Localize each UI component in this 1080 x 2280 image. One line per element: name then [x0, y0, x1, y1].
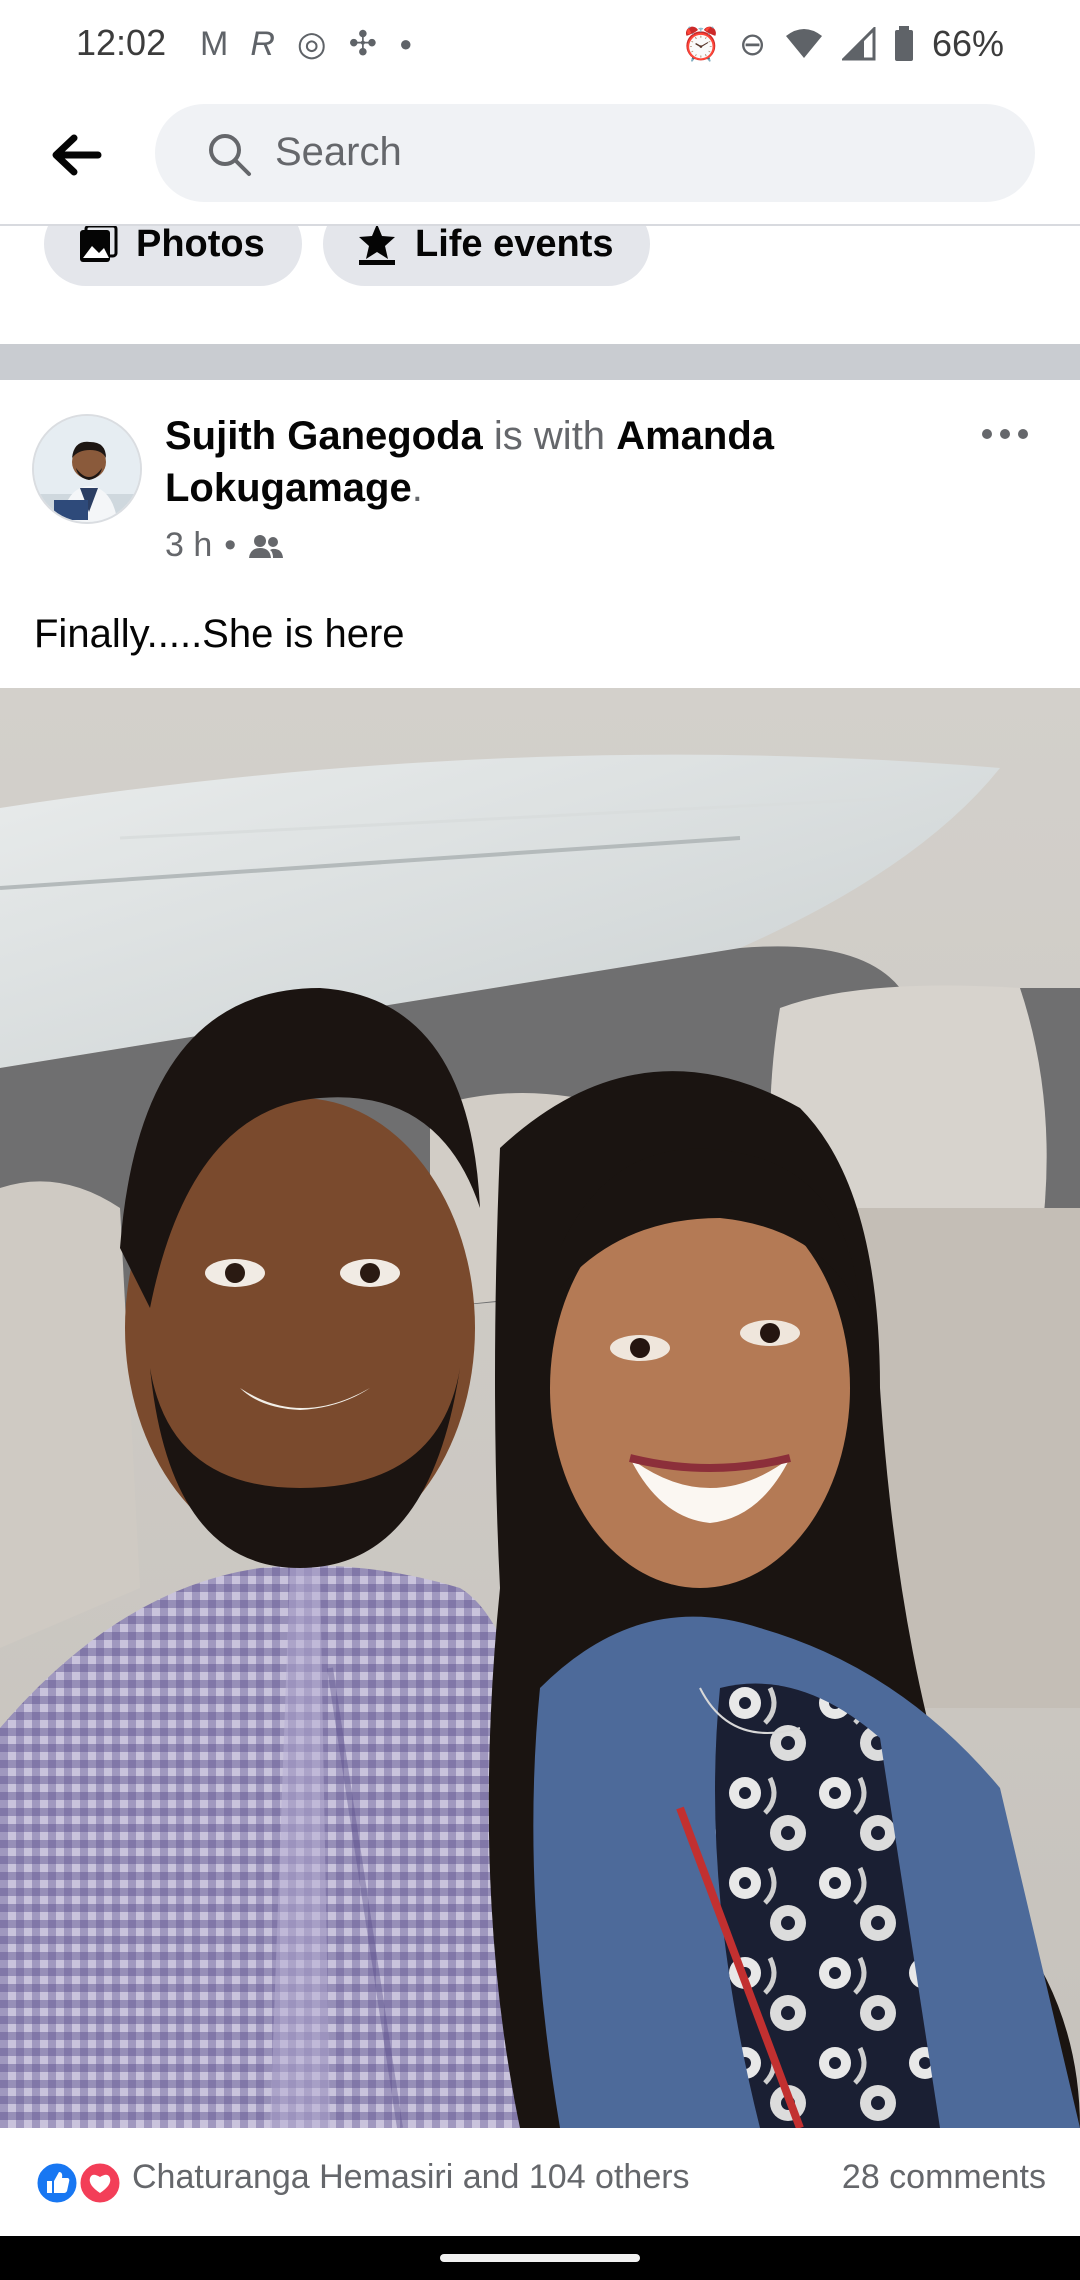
status-time: 12:02: [76, 22, 167, 63]
system-icons: ⏰ ⊖ 66%: [681, 22, 1004, 66]
gesture-handle[interactable]: [440, 2254, 640, 2262]
r-icon: R: [250, 25, 275, 63]
photos-chip-label: Photos: [136, 226, 265, 265]
notification-icons: M R ◎ ✣ ●: [200, 22, 412, 66]
post-author-line: Sujith Ganegoda is with Amanda Lokugamag…: [165, 410, 965, 514]
dot-icon: ●: [399, 31, 413, 56]
life-events-chip[interactable]: Life events: [323, 226, 650, 286]
author-line-period: .: [411, 466, 423, 510]
battery-percentage: 66%: [931, 23, 1004, 64]
chrome-icon: ◎: [296, 25, 327, 63]
search-input[interactable]: Search: [155, 104, 1035, 202]
reactions-summary[interactable]: Chaturanga Hemasiri and 104 others: [132, 2158, 690, 2197]
search-icon: [209, 134, 251, 176]
apps-icon: ✣: [348, 25, 378, 63]
life-events-chip-label: Life events: [415, 226, 614, 265]
with-text: is with: [493, 414, 606, 458]
meta-separator: •: [224, 526, 237, 564]
post-time[interactable]: 3 h: [165, 526, 212, 565]
avatar-image: [34, 416, 140, 522]
post-reactions-bar: Chaturanga Hemasiri and 104 others 28 co…: [0, 2128, 1080, 2228]
reaction-icons[interactable]: [34, 2160, 124, 2206]
profile-filter-chips: Photos Life events: [0, 226, 1080, 344]
photos-icon: [80, 226, 118, 262]
star-flag-icon: [359, 226, 395, 265]
photos-chip[interactable]: Photos: [44, 226, 302, 286]
wifi-icon: [785, 29, 822, 58]
alarm-icon: ⏰: [681, 26, 722, 62]
friends-icon[interactable]: [248, 533, 284, 559]
author-name[interactable]: Sujith Ganegoda: [165, 414, 483, 458]
status-bar: 12:02 M R ◎ ✣ ● ⏰ ⊖ 66%: [0, 0, 1080, 90]
love-icon: [77, 2160, 123, 2206]
post-meta: 3 h •: [165, 526, 284, 565]
system-nav-bar: [0, 2236, 1080, 2280]
post-text: Finally.....She is here: [34, 612, 405, 656]
section-separator: [0, 344, 1080, 380]
post-photo[interactable]: [0, 688, 1080, 2128]
gmail-icon: M: [200, 25, 229, 63]
dnd-icon: ⊖: [739, 26, 766, 62]
author-avatar[interactable]: [32, 414, 142, 524]
back-arrow-icon[interactable]: [46, 130, 106, 180]
comments-count[interactable]: 28 comments: [842, 2158, 1046, 2197]
like-icon: [34, 2160, 80, 2206]
feed-post: Sujith Ganegoda is with Amanda Lokugamag…: [0, 380, 1080, 2280]
search-placeholder: Search: [275, 130, 402, 174]
signal-icon: [841, 27, 876, 61]
post-photo-image: [0, 688, 1080, 2128]
more-options-icon[interactable]: [980, 424, 1030, 444]
battery-icon: [894, 26, 913, 61]
search-header: Search: [0, 90, 1080, 224]
